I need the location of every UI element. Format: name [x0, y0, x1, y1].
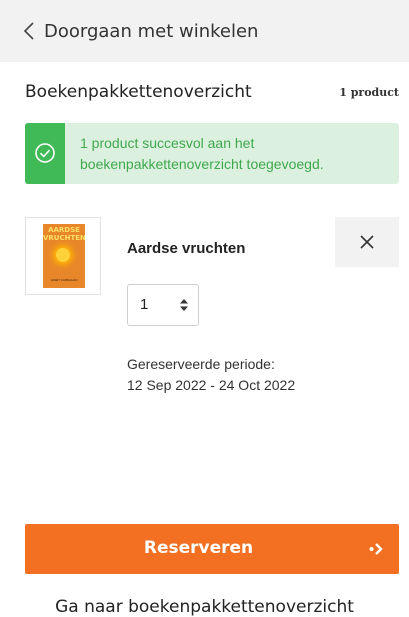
alert-icon-bar — [25, 123, 65, 184]
cover-sun-graphic — [56, 248, 70, 262]
arrow-right-icon — [369, 543, 383, 555]
cover-author: JANET CARNAHAN — [50, 278, 78, 282]
cover-title: AARDSE VRUCHTEN — [43, 226, 85, 242]
alert-message: 1 product succesvol aan het boekenpakket… — [80, 135, 324, 172]
reserve-button-label: Reserveren — [143, 538, 254, 558]
quantity-select[interactable]: 1 — [127, 284, 199, 326]
reserve-button[interactable]: Reserveren — [25, 524, 399, 574]
cart-item: AARDSE VRUCHTEN JANET CARNAHAN Aardse vr… — [25, 217, 399, 447]
back-link-label: Doorgaan met winkelen — [44, 20, 259, 42]
back-to-shopping-link[interactable]: Doorgaan met winkelen — [0, 0, 409, 62]
close-icon — [360, 235, 374, 249]
check-circle-icon — [35, 143, 55, 163]
sort-arrows-icon — [180, 299, 188, 311]
success-alert: 1 product succesvol aan het boekenpakket… — [25, 123, 399, 184]
panel-title: Boekenpakkettenoverzicht — [25, 82, 252, 102]
product-count: 1 product — [339, 86, 399, 99]
package-overview-panel: Boekenpakkettenoverzicht 1 product 1 pro… — [0, 62, 409, 617]
book-thumbnail[interactable]: AARDSE VRUCHTEN JANET CARNAHAN — [25, 217, 101, 295]
panel-header: Boekenpakkettenoverzicht 1 product — [25, 82, 399, 106]
go-to-overview-link[interactable]: Ga naar boekenpakkettenoverzicht — [0, 597, 409, 617]
quantity-value: 1 — [140, 296, 149, 313]
period-value: 12 Sep 2022 - 24 Oct 2022 — [127, 377, 296, 393]
book-cover: AARDSE VRUCHTEN JANET CARNAHAN — [43, 224, 85, 288]
remove-item-button[interactable] — [335, 217, 399, 267]
period-label: Gereserveerde periode: — [127, 356, 275, 372]
reservation-period: Gereserveerde periode: 12 Sep 2022 - 24 … — [127, 354, 307, 396]
chevron-left-icon — [23, 22, 34, 40]
item-title[interactable]: Aardse vruchten — [127, 240, 245, 257]
